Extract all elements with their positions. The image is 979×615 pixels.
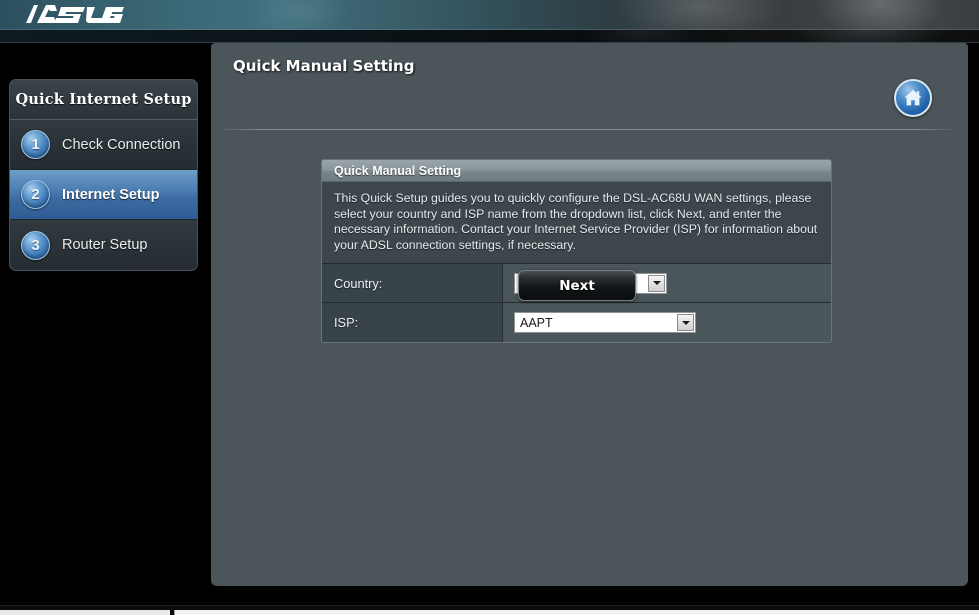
sidebar-item-label: Internet Setup [62, 186, 160, 203]
asus-router-setup-page: Quick Internet Setup 1 Check Connection … [0, 0, 979, 615]
sidebar-item-label: Router Setup [62, 237, 148, 253]
bottom-strip [0, 605, 979, 615]
next-button[interactable]: Next [518, 270, 636, 301]
bottom-strip-right-segment [174, 610, 979, 615]
top-header-bar [0, 0, 979, 30]
isp-field-cell: AAPT [503, 303, 831, 342]
sidebar-title: Quick Internet Setup [10, 80, 197, 120]
settings-table: Quick Manual Setting This Quick Setup gu… [321, 159, 832, 343]
isp-select-value: AAPT [520, 315, 553, 330]
sidebar-item-check-connection[interactable]: 1 Check Connection [10, 120, 197, 170]
step-number-badge: 2 [21, 180, 50, 209]
active-arrow-icon [197, 182, 198, 208]
step-number-badge: 1 [21, 130, 50, 159]
sidebar-item-router-setup[interactable]: 3 Router Setup [10, 220, 197, 270]
sidebar-item-label: Check Connection [62, 136, 181, 153]
settings-table-header: Quick Manual Setting [322, 160, 831, 182]
title-divider [222, 129, 956, 130]
home-glyph [904, 89, 922, 106]
settings-description: This Quick Setup guides you to quickly c… [322, 182, 831, 264]
chevron-down-icon[interactable] [677, 314, 694, 331]
table-row-isp: ISP: AAPT [322, 303, 831, 342]
country-label: Country: [322, 264, 503, 302]
header-lower-band [0, 30, 979, 43]
isp-select[interactable]: AAPT [514, 312, 696, 333]
sidebar-item-internet-setup[interactable]: 2 Internet Setup [10, 170, 197, 220]
page-title: Quick Manual Setting [233, 57, 415, 75]
chevron-down-icon[interactable] [648, 274, 665, 292]
isp-label: ISP: [322, 303, 503, 342]
main-content-panel: Quick Manual Setting Quick Manual Settin… [211, 43, 968, 586]
step-number-badge: 3 [21, 230, 50, 260]
home-icon[interactable] [894, 79, 932, 117]
asus-logo [26, 5, 124, 23]
sidebar: Quick Internet Setup 1 Check Connection … [9, 79, 198, 271]
bottom-strip-left-segment [0, 610, 170, 615]
